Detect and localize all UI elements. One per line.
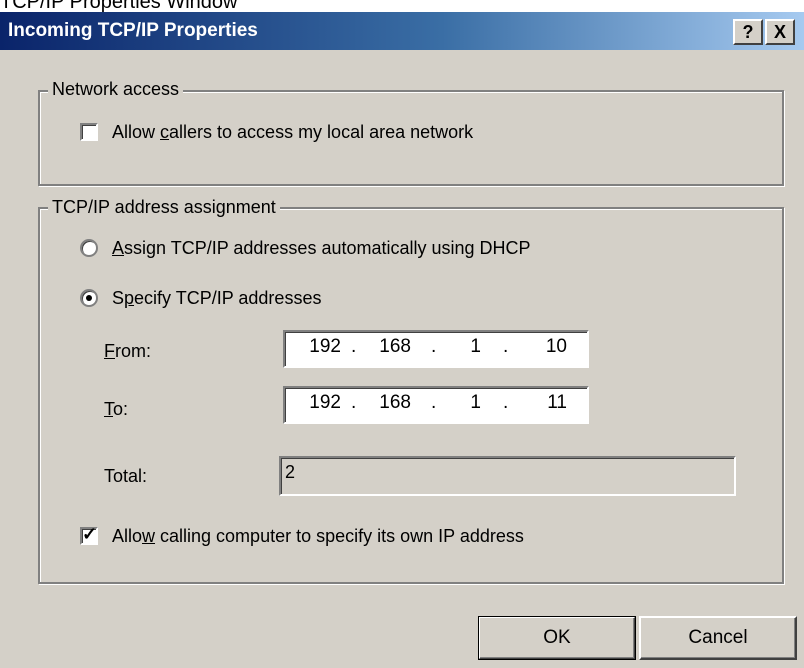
allow-callers-label[interactable]: Allow callers to access my local area ne… (112, 118, 473, 146)
radio-auto-row[interactable]: Assign TCP/IP addresses automatically us… (80, 234, 531, 262)
allow-callers-label-mnemonic: c (160, 122, 170, 142)
to-ip-field[interactable]: 192 . 168 . 1 . 11 (283, 386, 589, 424)
checkmark-icon: ✓ (82, 524, 98, 544)
to-label: To: (104, 395, 128, 423)
allow-own-ip-label-mnemonic: w (142, 526, 156, 546)
allow-own-ip-label-pre: Allo (112, 526, 143, 546)
allow-own-ip-label-post: calling computer to specify its own IP a… (155, 526, 524, 546)
from-label-mnemonic: F (104, 341, 115, 361)
from-dot-3: . (503, 336, 509, 357)
from-dot-2: . (431, 336, 437, 357)
to-octet-2[interactable]: 168 (367, 388, 411, 422)
radio-auto-dhcp[interactable] (80, 239, 98, 257)
radio-specify-label-post: ecify TCP/IP addresses (134, 288, 322, 308)
from-octet-4[interactable]: 10 (513, 332, 567, 366)
close-button[interactable]: X (765, 19, 795, 45)
from-dot-1: . (351, 336, 357, 357)
allow-callers-checkbox[interactable] (80, 123, 98, 141)
to-octet-3[interactable]: 1 (445, 388, 481, 422)
network-access-legend: Network access (48, 78, 184, 100)
to-dot-3: . (503, 392, 509, 413)
window-title: Incoming TCP/IP Properties (8, 20, 258, 41)
radio-specify[interactable] (80, 289, 98, 307)
radio-specify-label[interactable]: Specify TCP/IP addresses (112, 284, 321, 312)
from-octet-3[interactable]: 1 (445, 332, 481, 366)
radio-specify-row[interactable]: Specify TCP/IP addresses (80, 284, 321, 312)
radio-auto-label-mnemonic: A (112, 238, 125, 258)
radio-auto-label[interactable]: Assign TCP/IP addresses automatically us… (112, 234, 531, 262)
help-button[interactable]: ? (733, 19, 763, 45)
radio-selected-dot (86, 295, 92, 301)
ok-button[interactable]: OK (478, 616, 636, 660)
to-label-mnemonic: T (104, 399, 113, 419)
total-label: Total: (104, 466, 148, 486)
tcpip-assignment-legend: TCP/IP address assignment (48, 196, 280, 218)
to-dot-2: . (431, 392, 437, 413)
allow-callers-label-pre: Allow (112, 122, 161, 142)
total-field: 2 (279, 456, 736, 496)
from-label-post: rom: (115, 341, 151, 361)
from-octet-2[interactable]: 168 (367, 332, 411, 366)
allow-callers-row[interactable]: Allow callers to access my local area ne… (80, 118, 473, 146)
radio-auto-label-post: ssign TCP/IP addresses automatically usi… (124, 238, 531, 258)
title-bar[interactable]: Incoming TCP/IP Properties ? X (0, 12, 804, 50)
from-octet-1[interactable]: 192 (299, 332, 341, 366)
radio-specify-label-mnemonic: p (124, 288, 135, 308)
to-dot-1: . (351, 392, 357, 413)
radio-specify-label-pre: S (112, 288, 125, 308)
from-ip-field[interactable]: 192 . 168 . 1 . 10 (283, 330, 589, 368)
from-label: From: (104, 337, 151, 365)
to-octet-1[interactable]: 192 (299, 388, 341, 422)
allow-own-ip-checkbox[interactable]: ✓ (80, 524, 98, 545)
allow-own-ip-label[interactable]: Allow calling computer to specify its ow… (112, 522, 524, 550)
allow-callers-label-post: allers to access my local area network (169, 122, 474, 142)
to-octet-4[interactable]: 11 (513, 388, 567, 422)
tcpip-properties-dialog: Incoming TCP/IP Properties ? X Network a… (0, 12, 804, 668)
to-label-post: o: (113, 399, 129, 419)
allow-own-ip-row[interactable]: ✓ Allow calling computer to specify its … (80, 522, 524, 550)
cancel-button[interactable]: Cancel (639, 616, 797, 660)
